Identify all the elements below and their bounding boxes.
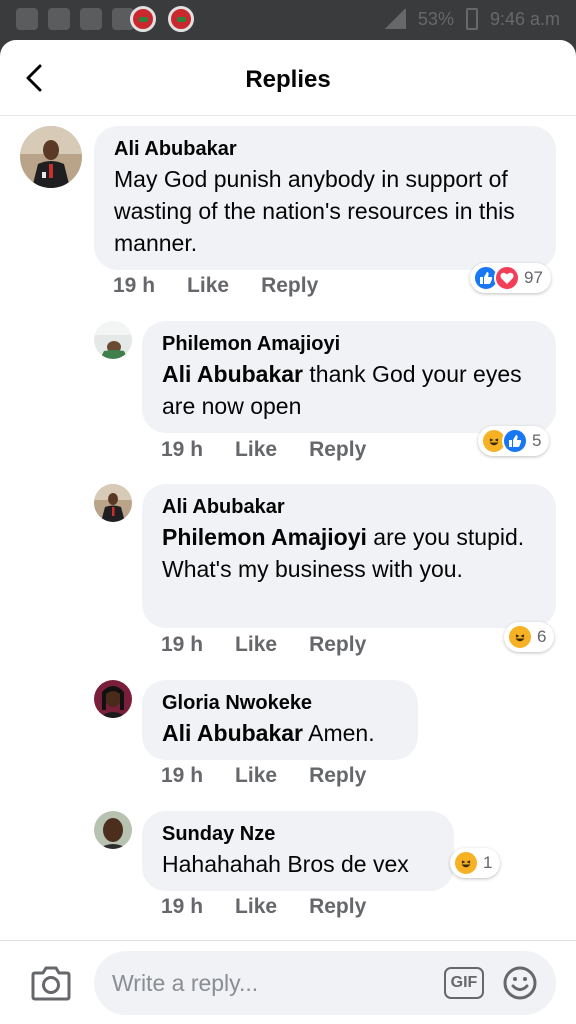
reply-input-container[interactable]: GIF — [94, 951, 556, 1015]
love-reaction-icon — [494, 265, 520, 291]
reply-button[interactable]: Reply — [309, 764, 366, 788]
status-bar-notification-icons — [16, 8, 134, 30]
like-button[interactable]: Like — [235, 895, 277, 919]
comment-author[interactable]: Sunday Nze — [162, 821, 434, 847]
haha-reaction-icon — [507, 624, 533, 650]
like-button[interactable]: Like — [235, 764, 277, 788]
comment-time[interactable]: 19 h — [161, 764, 203, 788]
comment-author[interactable]: Philemon Amajioyi — [162, 331, 536, 357]
reaction-count: 5 — [532, 431, 542, 450]
comment-bubble[interactable]: Philemon Amajioyi Ali Abubakar thank God… — [142, 321, 556, 433]
reaction-count: 1 — [483, 853, 493, 872]
reactions-summary[interactable]: 1 — [450, 848, 501, 878]
comment-author[interactable]: Ali Abubakar — [114, 136, 536, 162]
user-avatar-icon — [94, 321, 132, 359]
reactions-summary[interactable]: 5 — [478, 426, 550, 456]
mention-link[interactable]: Ali Abubakar — [162, 361, 303, 387]
like-button[interactable]: Like — [187, 274, 229, 298]
status-bar: 53% 9:46 a.m — [0, 0, 576, 40]
avatar[interactable] — [20, 126, 82, 188]
like-button[interactable]: Like — [235, 438, 277, 462]
camera-button[interactable] — [30, 963, 72, 1003]
comment-text: May God punish anybody in support of was… — [114, 166, 515, 256]
comment-text: Ali Abubakar thank God your eyes are now… — [162, 358, 536, 422]
reply-button[interactable]: Reply — [309, 438, 366, 462]
comment-actions: 19 h Like Reply — [161, 633, 366, 657]
battery-percent: 53% — [417, 8, 454, 29]
comment-bubble[interactable]: Ali Abubakar May God punish anybody in s… — [94, 126, 556, 270]
comment-time[interactable]: 19 h — [113, 274, 155, 298]
page-title: Replies — [245, 66, 331, 93]
notification-icon — [80, 8, 102, 30]
reply-button[interactable]: Reply — [309, 895, 366, 919]
comment-bubble[interactable]: Sunday Nze Hahahahah Bros de vex — [142, 811, 454, 891]
signal-icon — [383, 9, 406, 29]
notification-icon — [16, 8, 38, 30]
comment-time[interactable]: 19 h — [161, 633, 203, 657]
avatar[interactable] — [94, 811, 132, 849]
reactions-summary[interactable]: 6 — [504, 622, 555, 652]
avatar[interactable] — [94, 680, 132, 718]
gif-button[interactable]: GIF — [444, 967, 484, 999]
comment-text: Hahahahah Bros de vex — [162, 851, 409, 877]
user-avatar-icon — [94, 484, 132, 522]
comment-time[interactable]: 19 h — [161, 438, 203, 462]
user-avatar-icon — [94, 680, 132, 718]
comment-actions: 19 h Like Reply — [161, 764, 366, 788]
clock: 9:46 a.m — [489, 8, 560, 29]
comment-actions: 19 h Like Reply — [161, 438, 366, 462]
comment-time[interactable]: 19 h — [161, 895, 203, 919]
reaction-count: 97 — [524, 268, 543, 287]
like-button[interactable]: Like — [235, 633, 277, 657]
reactions-summary[interactable]: 97 — [470, 263, 551, 293]
comment-bubble[interactable]: Ali Abubakar Philemon Amajioyi are you s… — [142, 484, 556, 628]
reply-button[interactable]: Reply — [309, 633, 366, 657]
avatar[interactable] — [94, 484, 132, 522]
app-notification-icon — [168, 6, 194, 32]
battery-icon — [465, 8, 478, 30]
reply-input[interactable] — [112, 951, 432, 1015]
comment-author[interactable]: Gloria Nwokeke — [162, 690, 398, 716]
camera-icon — [31, 966, 71, 1001]
comment-bubble[interactable]: Gloria Nwokeke Ali Abubakar Amen. — [142, 680, 418, 760]
app-notification-icon — [130, 6, 156, 32]
mention-link[interactable]: Ali Abubakar — [162, 720, 303, 746]
comment-text: Philemon Amajioyi are you stupid. What's… — [162, 521, 536, 585]
user-avatar-icon — [20, 126, 82, 188]
haha-reaction-icon — [453, 850, 479, 876]
comment-text: Ali Abubakar Amen. — [162, 717, 398, 749]
replies-header: Replies — [0, 40, 576, 116]
reply-button[interactable]: Reply — [261, 274, 318, 298]
comment-body: Amen. — [303, 720, 375, 746]
comment-author[interactable]: Ali Abubakar — [162, 494, 536, 520]
reply-composer: GIF — [0, 940, 576, 1024]
notification-icon — [48, 8, 70, 30]
emoji-button[interactable] — [502, 965, 538, 1001]
user-avatar-icon — [94, 811, 132, 849]
comment-actions: 19 h Like Reply — [113, 274, 318, 298]
avatar[interactable] — [94, 321, 132, 359]
replies-sheet: Replies Ali Abubakar May God punish anyb… — [0, 40, 576, 1024]
smiley-icon — [503, 966, 537, 1000]
status-bar-system-icons: 53% 9:46 a.m — [383, 8, 560, 30]
comment-actions: 19 h Like Reply — [161, 895, 366, 919]
like-reaction-icon — [502, 428, 528, 454]
mention-link[interactable]: Philemon Amajioyi — [162, 524, 367, 550]
reaction-count: 6 — [537, 627, 547, 646]
